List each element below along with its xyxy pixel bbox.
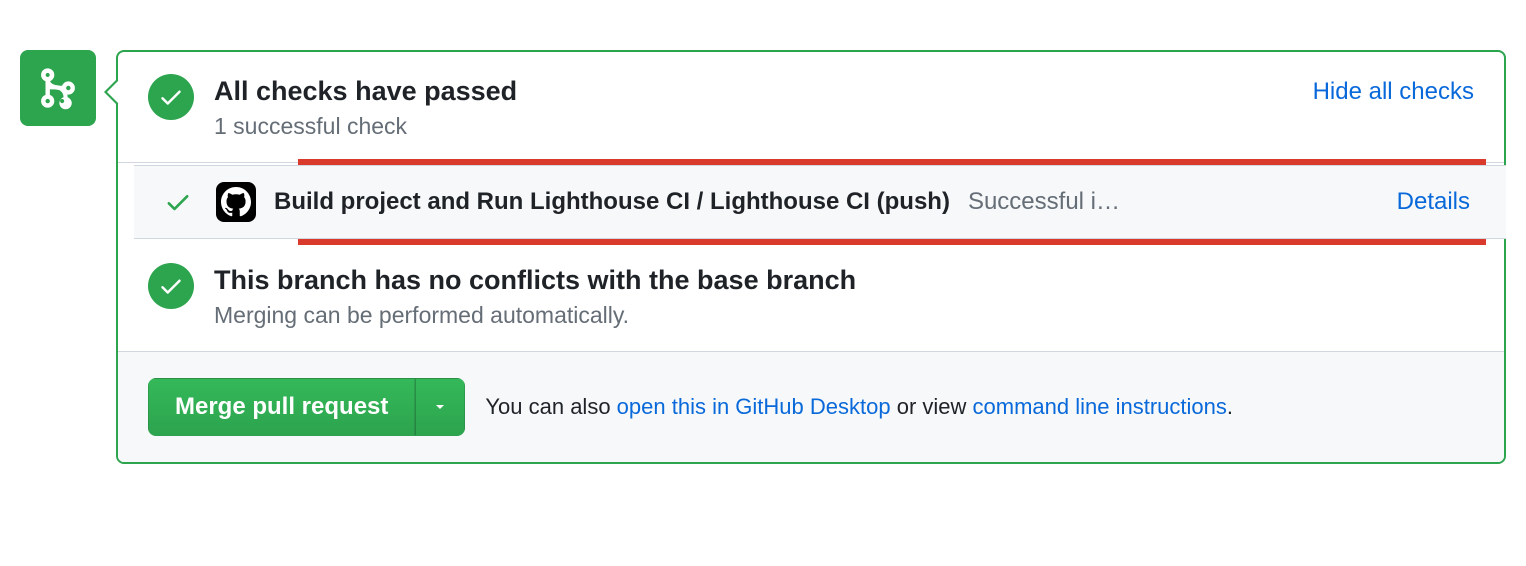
check-run-row[interactable]: Build project and Run Lighthouse CI / Li… — [134, 165, 1506, 239]
check-run-status: Successful i… — [968, 188, 1120, 216]
check-run-name: Build project and Run Lighthouse CI / Li… — [274, 188, 950, 216]
checks-subtitle: 1 successful check — [214, 113, 1293, 140]
command-line-instructions-link[interactable]: command line instructions — [973, 394, 1227, 419]
git-merge-icon — [36, 66, 80, 110]
merge-helper-prefix: You can also — [485, 394, 616, 419]
merge-action-section: Merge pull request You can also open thi… — [118, 351, 1504, 462]
conflicts-success-badge — [148, 263, 194, 309]
merge-helper-text: You can also open this in GitHub Desktop… — [485, 394, 1233, 420]
merge-helper-suffix: . — [1227, 394, 1233, 419]
github-actions-avatar — [216, 182, 256, 222]
check-details-link[interactable]: Details — [1397, 188, 1476, 216]
merge-button-group: Merge pull request — [148, 378, 465, 436]
toggle-checks-link[interactable]: Hide all checks — [1313, 74, 1474, 106]
check-success-icon — [164, 188, 192, 216]
conflicts-subtitle: Merging can be performed automatically. — [214, 302, 1474, 329]
merge-pull-request-button[interactable]: Merge pull request — [148, 378, 415, 436]
checks-success-badge — [148, 74, 194, 120]
merge-method-dropdown[interactable] — [415, 378, 465, 436]
github-icon — [221, 187, 251, 217]
open-in-desktop-link[interactable]: open this in GitHub Desktop — [617, 394, 891, 419]
merge-helper-middle: or view — [891, 394, 973, 419]
check-icon — [158, 273, 184, 299]
caret-down-icon — [432, 399, 448, 415]
checks-summary-section: All checks have passed 1 successful chec… — [118, 52, 1504, 163]
merge-status-panel: All checks have passed 1 successful chec… — [116, 50, 1506, 464]
merge-timeline-badge — [20, 50, 96, 126]
check-icon — [158, 84, 184, 110]
conflicts-title: This branch has no conflicts with the ba… — [214, 263, 1474, 298]
checks-title: All checks have passed — [214, 74, 1293, 109]
highlighted-check-outline: Build project and Run Lighthouse CI / Li… — [298, 159, 1486, 245]
conflicts-section: This branch has no conflicts with the ba… — [118, 241, 1504, 351]
